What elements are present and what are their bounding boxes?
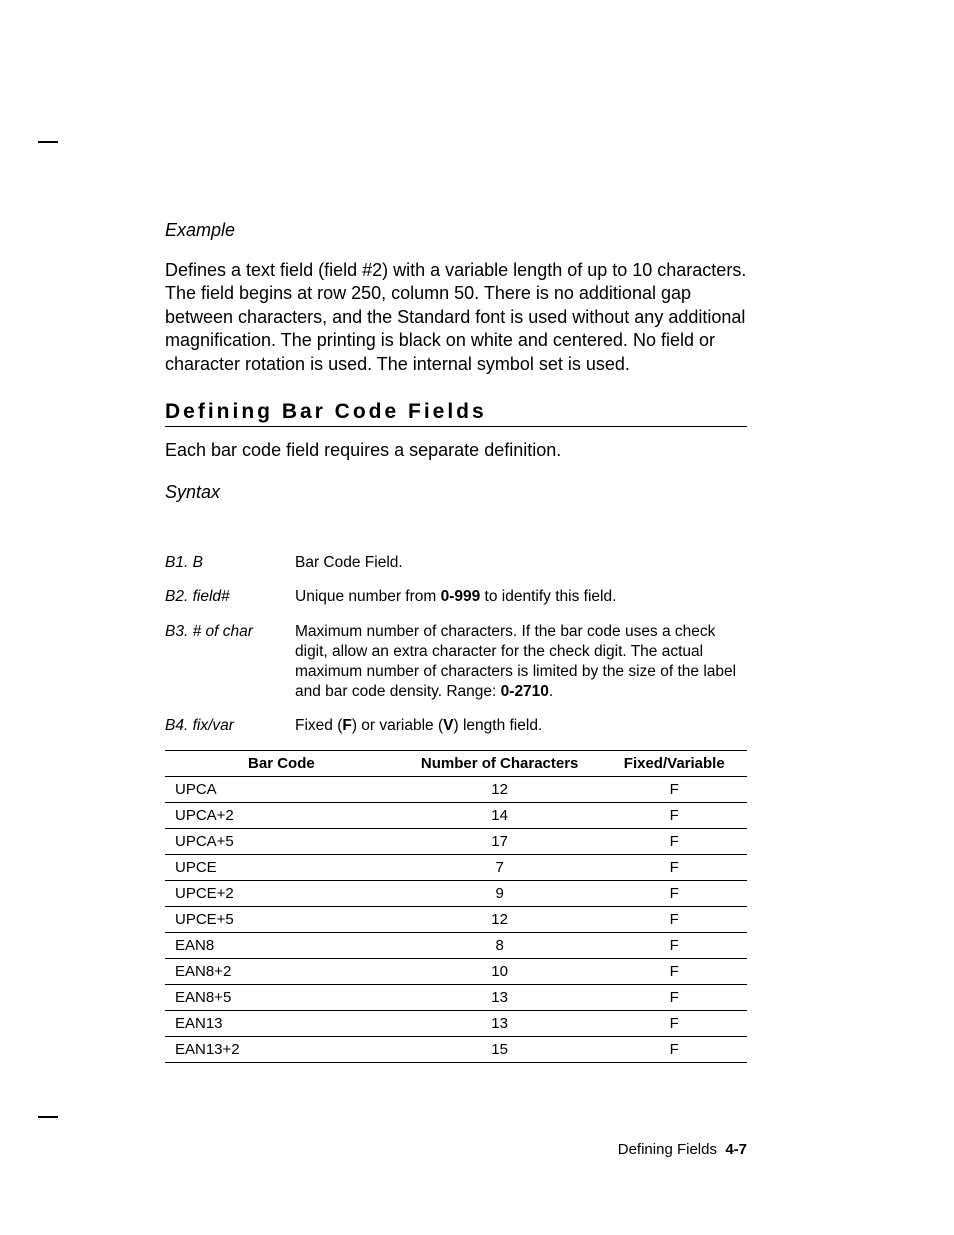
barcode-table: Bar Code Number of Characters Fixed/Vari…: [165, 750, 747, 1063]
table-row: UPCA12F: [165, 777, 747, 803]
table-header: Bar Code: [165, 751, 398, 777]
table-cell: 12: [398, 907, 602, 933]
text: ) length field.: [454, 717, 543, 734]
table-row: UPCE7F: [165, 855, 747, 881]
definition-row: B3. # of char Maximum number of characte…: [165, 622, 747, 703]
definition-term: B2. field#: [165, 587, 295, 607]
crop-mark: [38, 1116, 58, 1118]
definition-term: B4. fix/var: [165, 716, 295, 736]
table-cell: F: [601, 959, 747, 985]
table-row: UPCE+512F: [165, 907, 747, 933]
text: Fixed (: [295, 717, 342, 734]
table-row: EAN1313F: [165, 1011, 747, 1037]
table-row: EAN8+210F: [165, 959, 747, 985]
crop-mark: [38, 141, 58, 143]
table-row: EAN8+513F: [165, 985, 747, 1011]
letter: V: [443, 717, 453, 734]
definition-desc: Maximum number of characters. If the bar…: [295, 622, 747, 703]
footer-section-title: Defining Fields: [618, 1141, 717, 1158]
page-content: Example Defines a text field (field #2) …: [165, 220, 747, 1063]
table-row: UPCA+517F: [165, 829, 747, 855]
text: to identify this field.: [480, 588, 616, 605]
table-cell: EAN13+2: [165, 1037, 398, 1063]
range-value: 0-999: [441, 588, 481, 605]
definition-desc: Unique number from 0-999 to identify thi…: [295, 587, 747, 607]
table-cell: 12: [398, 777, 602, 803]
footer-page-number: 4-7: [725, 1141, 747, 1158]
definition-desc: Bar Code Field.: [295, 553, 747, 573]
table-cell: 13: [398, 985, 602, 1011]
definition-desc: Fixed (F) or variable (V) length field.: [295, 716, 747, 736]
table-row: EAN88F: [165, 933, 747, 959]
table-header: Fixed/Variable: [601, 751, 747, 777]
table-row: UPCE+29F: [165, 881, 747, 907]
table-cell: 9: [398, 881, 602, 907]
table-cell: EAN8: [165, 933, 398, 959]
table-cell: UPCE: [165, 855, 398, 881]
definition-term: B3. # of char: [165, 622, 295, 703]
table-cell: EAN13: [165, 1011, 398, 1037]
table-cell: 15: [398, 1037, 602, 1063]
table-header-row: Bar Code Number of Characters Fixed/Vari…: [165, 751, 747, 777]
table-cell: F: [601, 803, 747, 829]
table-header: Number of Characters: [398, 751, 602, 777]
text: ) or variable (: [352, 717, 443, 734]
table-cell: F: [601, 855, 747, 881]
text: Unique number from: [295, 588, 441, 605]
table-cell: F: [601, 881, 747, 907]
table-cell: UPCA+5: [165, 829, 398, 855]
table-cell: F: [601, 777, 747, 803]
table-cell: UPCA: [165, 777, 398, 803]
definition-term: B1. B: [165, 553, 295, 573]
letter: F: [342, 717, 351, 734]
section-heading: Defining Bar Code Fields: [165, 400, 747, 427]
table-cell: F: [601, 907, 747, 933]
table-cell: UPCE+5: [165, 907, 398, 933]
page-footer: Defining Fields 4-7: [618, 1141, 747, 1158]
table-row: EAN13+215F: [165, 1037, 747, 1063]
example-heading: Example: [165, 220, 747, 241]
table-cell: UPCA+2: [165, 803, 398, 829]
example-body-text: Defines a text field (field #2) with a v…: [165, 259, 747, 376]
table-cell: F: [601, 1011, 747, 1037]
table-cell: 17: [398, 829, 602, 855]
section-intro: Each bar code field requires a separate …: [165, 439, 747, 462]
table-cell: F: [601, 933, 747, 959]
table-cell: 14: [398, 803, 602, 829]
table-row: UPCA+214F: [165, 803, 747, 829]
text: .: [549, 683, 553, 700]
table-cell: F: [601, 829, 747, 855]
table-cell: EAN8+5: [165, 985, 398, 1011]
table-cell: 8: [398, 933, 602, 959]
table-cell: UPCE+2: [165, 881, 398, 907]
table-cell: 10: [398, 959, 602, 985]
table-cell: EAN8+2: [165, 959, 398, 985]
table-cell: F: [601, 985, 747, 1011]
definition-row: B1. B Bar Code Field.: [165, 553, 747, 573]
definition-row: B4. fix/var Fixed (F) or variable (V) le…: [165, 716, 747, 736]
range-value: 0-2710: [501, 683, 549, 700]
definition-row: B2. field# Unique number from 0-999 to i…: [165, 587, 747, 607]
syntax-heading: Syntax: [165, 482, 747, 503]
table-cell: F: [601, 1037, 747, 1063]
table-cell: 7: [398, 855, 602, 881]
table-cell: 13: [398, 1011, 602, 1037]
